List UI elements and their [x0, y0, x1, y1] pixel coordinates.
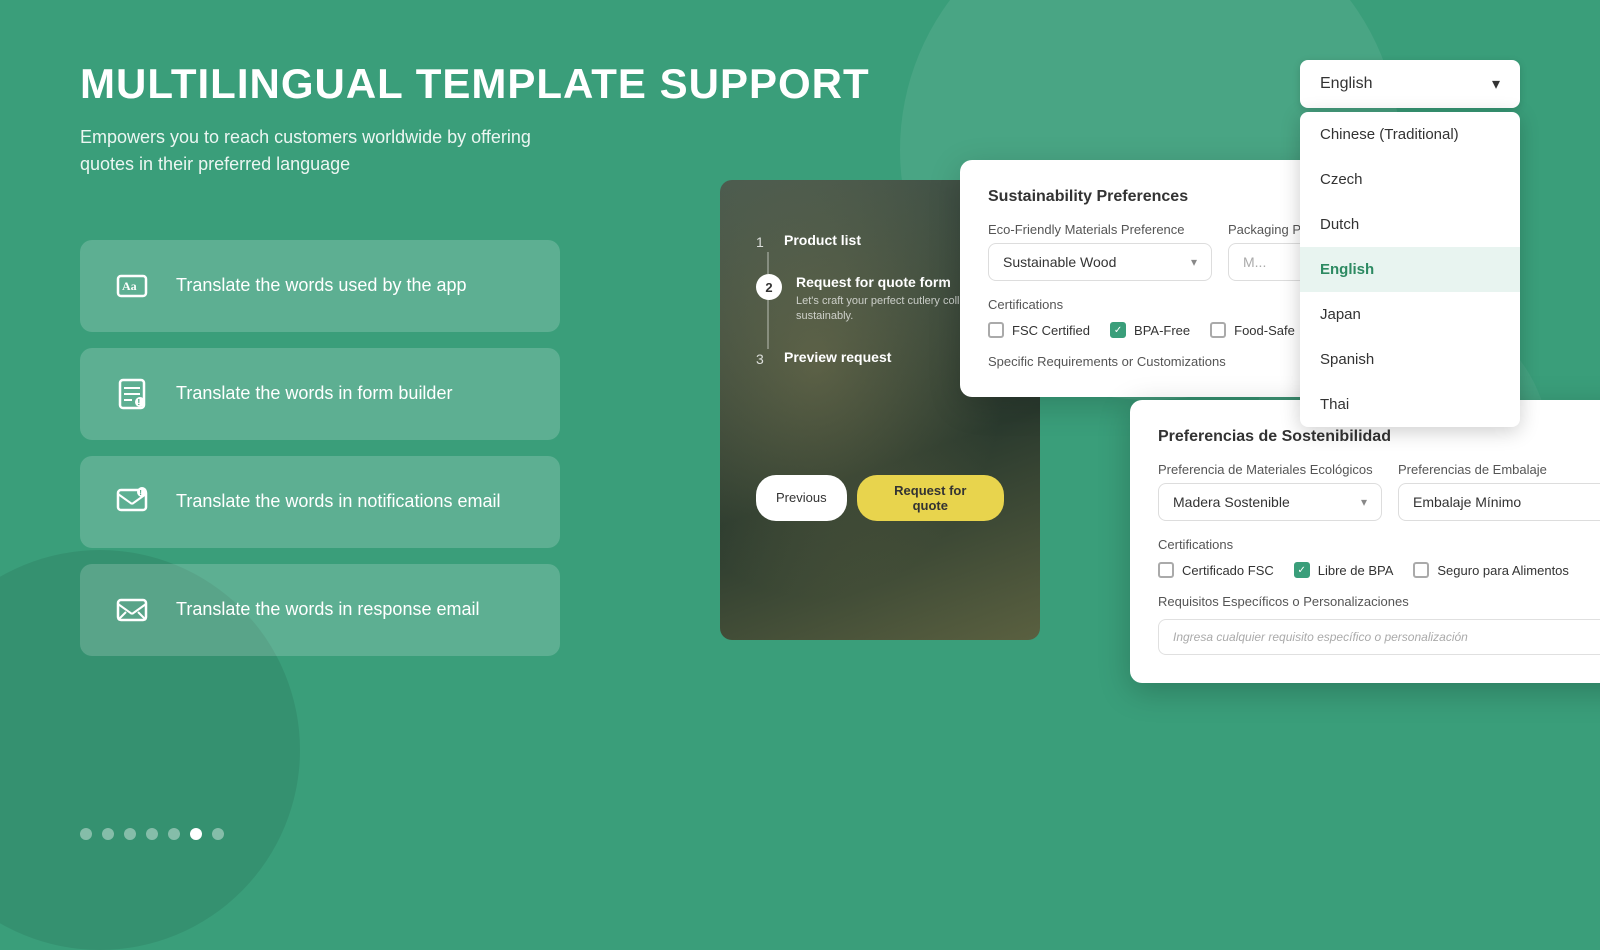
- svg-text:Aa: Aa: [122, 279, 137, 293]
- cert-fsc-checkbox[interactable]: [988, 322, 1004, 338]
- eco-select-chevron: ▾: [1191, 255, 1197, 269]
- preview-buttons: Previous Request for quote: [740, 459, 1020, 537]
- chevron-down-icon: ▾: [1492, 74, 1500, 94]
- request-quote-button[interactable]: Request for quote: [857, 475, 1004, 521]
- cert-es-bpa-label: Libre de BPA: [1318, 563, 1394, 578]
- page-subtitle: Empowers you to reach customers worldwid…: [80, 124, 580, 178]
- form-es-packaging-field: Preferencias de Embalaje Embalaje Mínimo…: [1398, 462, 1600, 521]
- step-2-circle: 2: [756, 274, 782, 300]
- language-dropdown-menu: Chinese (Traditional) Czech Dutch Englis…: [1300, 112, 1520, 427]
- cert-bpa-checkbox[interactable]: [1110, 322, 1126, 338]
- form-es-packaging-value: Embalaje Mínimo: [1413, 494, 1521, 510]
- lang-option-czech[interactable]: Czech: [1300, 157, 1520, 202]
- lang-option-dutch[interactable]: Dutch: [1300, 202, 1520, 247]
- cert-es-fsc: Certificado FSC: [1158, 562, 1274, 578]
- cert-es-food-checkbox[interactable]: [1413, 562, 1429, 578]
- lang-option-spanish[interactable]: Spanish: [1300, 337, 1520, 382]
- dot-1[interactable]: [80, 828, 92, 840]
- cert-bpa-label: BPA-Free: [1134, 323, 1190, 338]
- lang-option-japan[interactable]: Japan: [1300, 292, 1520, 337]
- language-dropdown-container: English ▾ Chinese (Traditional) Czech Du…: [1300, 60, 1520, 108]
- form-es-eco-field: Preferencia de Materiales Ecológicos Mad…: [1158, 462, 1382, 521]
- cert-food-checkbox[interactable]: [1210, 322, 1226, 338]
- notifications-icon: !: [108, 478, 156, 526]
- cert-es-fsc-checkbox[interactable]: [1158, 562, 1174, 578]
- form-en-eco-select[interactable]: Sustainable Wood ▾: [988, 243, 1212, 281]
- cert-es-fsc-label: Certificado FSC: [1182, 563, 1274, 578]
- cert-es-bpa-checkbox[interactable]: [1294, 562, 1310, 578]
- pagination-dots: [80, 828, 224, 840]
- feature-response-label: Translate the words in response email: [176, 597, 479, 622]
- cert-es-food: Seguro para Alimentos: [1413, 562, 1569, 578]
- svg-text:!: !: [140, 490, 142, 497]
- feature-card-form: ! Translate the words in form builder: [80, 348, 560, 440]
- form-es-cert-label: Certifications: [1158, 537, 1600, 552]
- feature-card-notifications: ! Translate the words in notifications e…: [80, 456, 560, 548]
- form-en-eco-field: Eco-Friendly Materials Preference Sustai…: [988, 222, 1212, 281]
- lang-option-english[interactable]: English: [1300, 247, 1520, 292]
- cert-bpa: BPA-Free: [1110, 322, 1190, 338]
- form-card-spanish: Preferencias de Sostenibilidad Preferenc…: [1130, 400, 1600, 683]
- feature-cards-list: Aa Translate the words used by the app !…: [80, 240, 560, 656]
- form-es-specific-req: Requisitos Específicos o Personalizacion…: [1158, 594, 1600, 609]
- step-1-number: 1: [756, 234, 770, 250]
- form-es-packaging-label: Preferencias de Embalaje: [1398, 462, 1600, 477]
- feature-card-app: Aa Translate the words used by the app: [80, 240, 560, 332]
- lang-option-thai[interactable]: Thai: [1300, 382, 1520, 427]
- feature-app-label: Translate the words used by the app: [176, 273, 467, 298]
- cert-es-food-label: Seguro para Alimentos: [1437, 563, 1569, 578]
- step-3-number: 3: [756, 351, 770, 367]
- form-es-cert-items: Certificado FSC Libre de BPA Seguro para…: [1158, 562, 1600, 578]
- form-es-eco-label: Preferencia de Materiales Ecológicos: [1158, 462, 1382, 477]
- cert-fsc-label: FSC Certified: [1012, 323, 1090, 338]
- form-es-specific-req-input[interactable]: Ingresa cualquier requisito específico o…: [1158, 619, 1600, 655]
- cert-food-label: Food-Safe: [1234, 323, 1295, 338]
- dot-6[interactable]: [190, 828, 202, 840]
- feature-form-label: Translate the words in form builder: [176, 381, 452, 406]
- cert-fsc: FSC Certified: [988, 322, 1090, 338]
- lang-option-chinese-traditional[interactable]: Chinese (Traditional): [1300, 112, 1520, 157]
- dot-3[interactable]: [124, 828, 136, 840]
- language-current-label: English: [1320, 75, 1372, 93]
- dot-7[interactable]: [212, 828, 224, 840]
- cert-food: Food-Safe: [1210, 322, 1295, 338]
- form-es-eco-value: Madera Sostenible: [1173, 494, 1290, 510]
- dot-2[interactable]: [102, 828, 114, 840]
- response-email-icon: [108, 586, 156, 634]
- form-es-eco-select[interactable]: Madera Sostenible ▾: [1158, 483, 1382, 521]
- form-en-eco-value: Sustainable Wood: [1003, 254, 1116, 270]
- form-es-row-eco-packaging: Preferencia de Materiales Ecológicos Mad…: [1158, 462, 1600, 521]
- form-es-certifications: Certifications Certificado FSC Libre de …: [1158, 537, 1600, 578]
- es-eco-select-chevron: ▾: [1361, 495, 1367, 509]
- form-es-packaging-select[interactable]: Embalaje Mínimo ▾: [1398, 483, 1600, 521]
- form-builder-icon: !: [108, 370, 156, 418]
- feature-card-response: Translate the words in response email: [80, 564, 560, 656]
- form-en-eco-label: Eco-Friendly Materials Preference: [988, 222, 1212, 237]
- cert-es-bpa: Libre de BPA: [1294, 562, 1394, 578]
- previous-button[interactable]: Previous: [756, 475, 847, 521]
- form-en-packaging-placeholder: M...: [1243, 254, 1266, 270]
- language-dropdown-button[interactable]: English ▾: [1300, 60, 1520, 108]
- svg-text:!: !: [138, 398, 141, 407]
- dot-5[interactable]: [168, 828, 180, 840]
- app-words-icon: Aa: [108, 262, 156, 310]
- dot-4[interactable]: [146, 828, 158, 840]
- form-es-section-title: Preferencias de Sostenibilidad: [1158, 428, 1600, 446]
- feature-notifications-label: Translate the words in notifications ema…: [176, 489, 500, 514]
- page-wrapper: MULTILINGUAL TEMPLATE SUPPORT Empowers y…: [0, 0, 1600, 900]
